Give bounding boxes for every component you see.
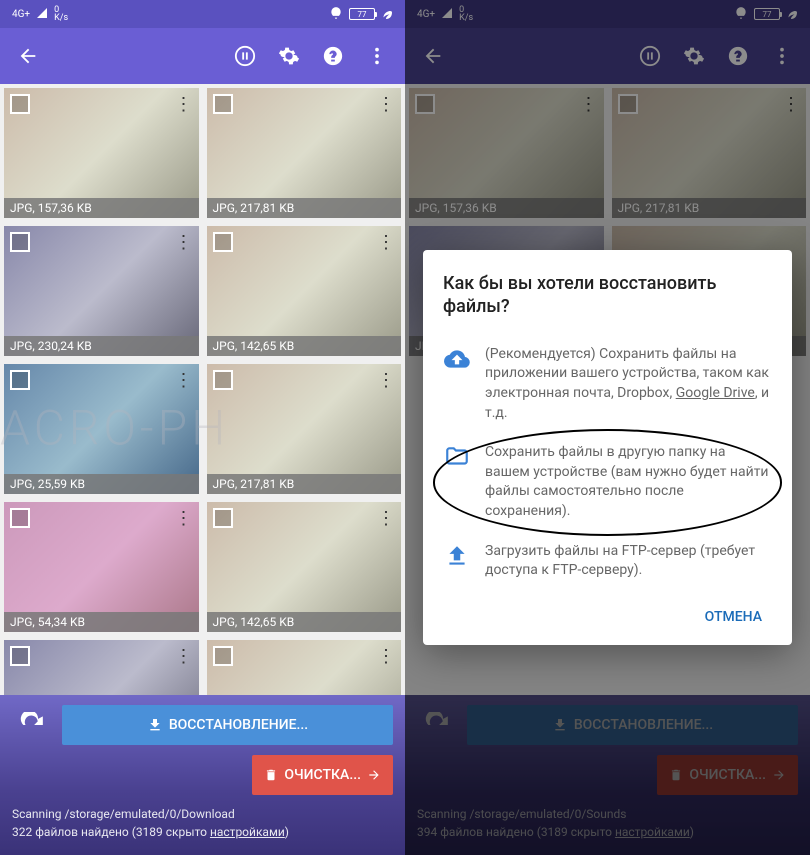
cancel-button[interactable]: ОТМЕНА xyxy=(695,601,772,633)
checkbox-icon[interactable] xyxy=(213,646,233,666)
settings-button[interactable] xyxy=(269,36,309,76)
restore-button[interactable]: ВОССТАНОВЛЕНИЕ... xyxy=(62,705,393,745)
item-menu-icon[interactable]: ⋮ xyxy=(377,94,395,115)
thumbnail-item[interactable]: ⋮ JPG, 157,36 KB xyxy=(4,88,199,218)
thumbnail-item[interactable]: ⋮ JPG, 217,81 KB xyxy=(207,88,402,218)
restore-dialog: Как бы вы хотели восстановить файлы? (Ре… xyxy=(423,250,792,645)
checkbox-icon[interactable] xyxy=(213,232,233,252)
checkbox-icon[interactable] xyxy=(213,370,233,390)
pause-button[interactable] xyxy=(225,36,265,76)
checkbox-icon[interactable] xyxy=(10,646,30,666)
network-speed: 0K/s xyxy=(54,6,68,22)
item-menu-icon[interactable]: ⋮ xyxy=(175,370,193,391)
checkbox-icon[interactable] xyxy=(213,94,233,114)
item-menu-icon[interactable]: ⋮ xyxy=(175,508,193,529)
clean-button[interactable]: ОЧИСТКА... xyxy=(252,755,393,795)
option-text: (Рекомендуется) Сохранить файлы на прило… xyxy=(485,345,772,423)
item-menu-icon[interactable]: ⋮ xyxy=(377,370,395,391)
option-text: Сохранить файлы в другую папку на вашем … xyxy=(485,443,772,521)
thumbnail-grid: ⋮ JPG, 157,36 KB ⋮ JPG, 217,81 KB ⋮ JPG, 23… xyxy=(0,84,405,695)
thumbnail-label: JPG, 217,81 KB xyxy=(207,198,402,218)
item-menu-icon[interactable]: ⋮ xyxy=(175,94,193,115)
bottom-bar: ВОССТАНОВЛЕНИЕ... ОЧИСТКА... Scanning /s… xyxy=(0,695,405,855)
refresh-button[interactable] xyxy=(12,705,52,745)
overflow-menu-button[interactable] xyxy=(357,36,397,76)
item-menu-icon[interactable]: ⋮ xyxy=(175,232,193,253)
thumbnail-item[interactable]: ⋮JPG, 21,66 KB xyxy=(4,640,199,695)
thumbnail-item[interactable]: ⋮ JPG, 54,34 KB xyxy=(4,502,199,632)
thumbnail-item[interactable]: ⋮ JPG, 25,59 KB xyxy=(4,364,199,494)
thumbnail-label: JPG, 142,65 KB xyxy=(207,336,402,356)
thumbnail-item[interactable]: ⋮JPG, 25,59 KB xyxy=(207,640,402,695)
thumbnail-label: JPG, 157,36 KB xyxy=(4,198,199,218)
item-menu-icon[interactable]: ⋮ xyxy=(377,508,395,529)
signal-icon xyxy=(36,7,48,22)
thumbnail-label: JPG, 142,65 KB xyxy=(207,612,402,632)
item-menu-icon[interactable]: ⋮ xyxy=(377,232,395,253)
thumbnail-item[interactable]: ⋮ JPG, 142,65 KB xyxy=(207,226,402,356)
screen-left: 4G+ 0K/s 77 ⋮ JPG, 157,36 KB ⋮ JPG, 217,81… xyxy=(0,0,405,855)
thumbnail-item[interactable]: ⋮ JPG, 142,65 KB xyxy=(207,502,402,632)
status-bar: 4G+ 0K/s 77 xyxy=(0,0,405,28)
app-bar xyxy=(0,28,405,84)
checkbox-icon[interactable] xyxy=(10,370,30,390)
folder-icon xyxy=(443,443,471,471)
thumbnail-label: JPG, 25,59 KB xyxy=(4,474,199,494)
thumbnail-label: JPG, 217,81 KB xyxy=(207,474,402,494)
alarm-icon xyxy=(329,6,343,23)
checkbox-icon[interactable] xyxy=(213,508,233,528)
thumbnail-label: JPG, 230,24 KB xyxy=(4,336,199,356)
option-text: Загрузить файлы на FTP-сервер (требует д… xyxy=(485,542,772,581)
item-menu-icon[interactable]: ⋮ xyxy=(377,646,395,667)
scan-status: Scanning /storage/emulated/0/Download 32… xyxy=(12,805,393,841)
help-button[interactable] xyxy=(313,36,353,76)
item-menu-icon[interactable]: ⋮ xyxy=(175,646,193,667)
thumbnail-item[interactable]: ⋮ JPG, 217,81 KB xyxy=(207,364,402,494)
upload-icon xyxy=(443,542,471,570)
settings-link[interactable]: настройками xyxy=(210,825,285,839)
thumbnail-item[interactable]: ⋮ JPG, 230,24 KB xyxy=(4,226,199,356)
checkbox-icon[interactable] xyxy=(10,94,30,114)
cloud-upload-icon xyxy=(443,345,471,373)
back-button[interactable] xyxy=(8,36,48,76)
option-cloud[interactable]: (Рекомендуется) Сохранить файлы на прило… xyxy=(443,335,772,433)
checkbox-icon[interactable] xyxy=(10,232,30,252)
network-label: 4G+ xyxy=(12,9,30,20)
checkbox-icon[interactable] xyxy=(10,508,30,528)
battery-icon: 77 xyxy=(349,8,375,20)
option-ftp[interactable]: Загрузить файлы на FTP-сервер (требует д… xyxy=(443,532,772,591)
dialog-title: Как бы вы хотели восстановить файлы? xyxy=(443,272,772,319)
thumbnail-label: JPG, 54,34 KB xyxy=(4,612,199,632)
leaf-icon xyxy=(381,7,393,22)
option-folder[interactable]: Сохранить файлы в другую папку на вашем … xyxy=(443,433,772,531)
screen-right: 4G+ 0K/s 77 ⋮JPG, 157,36 KB ⋮JPG, 217,81… xyxy=(405,0,810,855)
